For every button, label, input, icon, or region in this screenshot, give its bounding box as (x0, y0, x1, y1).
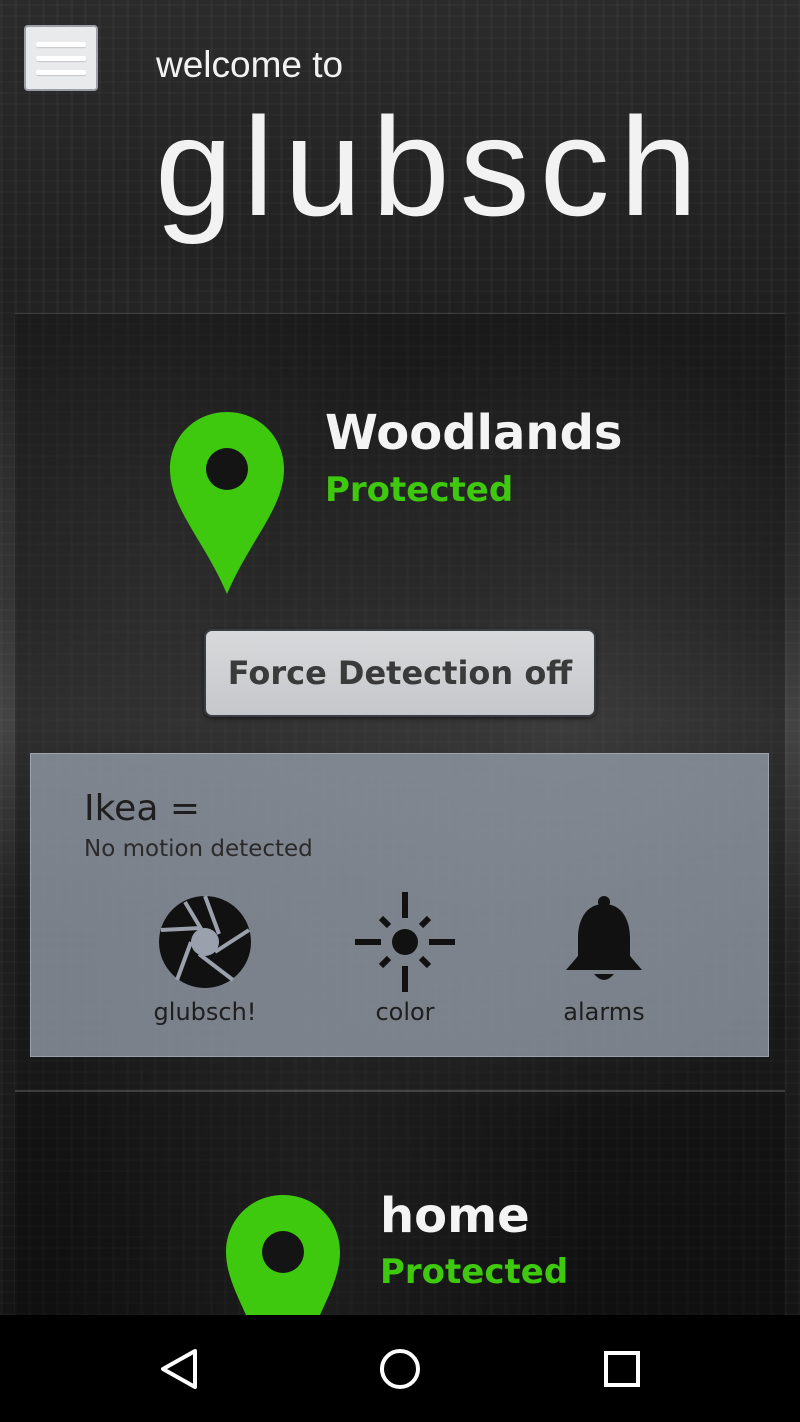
menu-line (36, 69, 86, 75)
location-pin-icon (226, 1195, 340, 1315)
location-status: Protected (325, 470, 514, 510)
brightness-icon (355, 892, 455, 992)
home-button[interactable] (340, 1315, 460, 1422)
location-name[interactable]: home (380, 1188, 530, 1244)
menu-line (36, 41, 86, 47)
device-status: No motion detected (84, 836, 313, 862)
location-pin-icon (170, 412, 284, 594)
recents-button[interactable] (562, 1315, 682, 1422)
navigation-bar (0, 1315, 800, 1422)
action-label: glubsch! (153, 998, 257, 1026)
device-name[interactable]: Ikea = (84, 788, 200, 829)
hamburger-menu-button[interactable] (24, 25, 98, 91)
recents-icon (604, 1350, 640, 1387)
location-status: Protected (380, 1252, 569, 1292)
welcome-text: welcome to (156, 44, 344, 85)
action-label: alarms (563, 998, 645, 1026)
device-panel: Ikea = No motion detected glubsch! color… (30, 753, 769, 1057)
glubsch-action-button[interactable]: glubsch! (135, 894, 275, 1026)
alarms-action-button[interactable]: alarms (534, 894, 674, 1026)
back-button[interactable] (119, 1315, 239, 1422)
action-label: color (375, 998, 435, 1026)
force-detection-button[interactable]: Force Detection off (204, 629, 596, 717)
location-name[interactable]: Woodlands (325, 405, 623, 461)
menu-line (36, 55, 86, 61)
home-icon (380, 1348, 420, 1389)
app-title: glubsch (155, 88, 708, 245)
bell-icon (566, 896, 642, 980)
back-icon (161, 1348, 197, 1389)
color-action-button[interactable]: color (335, 890, 475, 1026)
camera-shutter-icon (159, 895, 251, 988)
